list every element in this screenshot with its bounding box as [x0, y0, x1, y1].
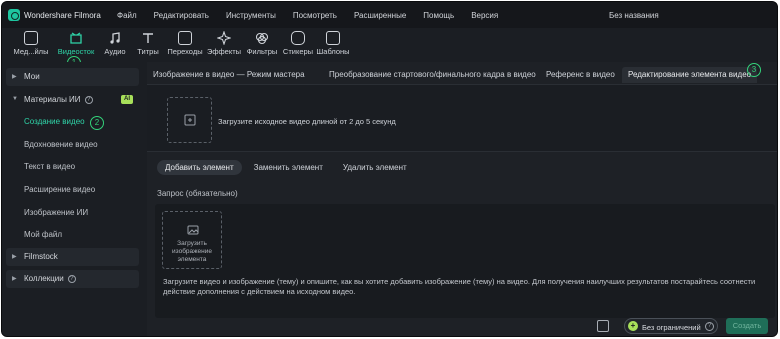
- toolbar: Мед...йлы Видеосток Аудио Титры Переходы: [2, 28, 777, 62]
- image-slot-line: изображение: [172, 248, 212, 255]
- menu-advanced[interactable]: Расширенные: [354, 11, 406, 20]
- sidebar-item-my-file[interactable]: Мой файл: [24, 230, 62, 239]
- sidebar-group-label: Материалы ИИ?: [24, 95, 93, 104]
- sidebar-group-label: Коллекции?: [24, 274, 76, 283]
- chevron-down-icon: ▼: [12, 96, 18, 102]
- image-slot-label: Загрузить изображение элемента: [163, 240, 221, 264]
- chevron-right-icon: ▶: [12, 74, 17, 80]
- media-icon: [24, 31, 38, 45]
- menu-tools[interactable]: Инструменты: [226, 11, 276, 20]
- music-note-icon: [108, 31, 122, 45]
- sidebar-group-mine[interactable]: ▶ Мои: [6, 68, 139, 86]
- menu-edit[interactable]: Редактировать: [154, 11, 209, 20]
- menu-help[interactable]: Помощь: [423, 11, 454, 20]
- image-add-icon: [187, 225, 199, 235]
- menu-bar: Файл Редактировать Инструменты Посмотрет…: [117, 11, 515, 20]
- prompt-input[interactable]: Загрузить изображение элемента Загрузите…: [155, 204, 775, 318]
- plus-icon: +: [628, 321, 638, 331]
- tool-titles[interactable]: Титры: [136, 31, 160, 56]
- sidebar-item-video-inspiration[interactable]: Вдохновение видео: [24, 140, 98, 149]
- tab-start-end-frame[interactable]: Преобразование стартового/финального кад…: [323, 67, 542, 83]
- tool-filters[interactable]: Фильтры: [244, 31, 280, 56]
- sticker-icon: [291, 31, 305, 45]
- tool-stickers[interactable]: Стикеры: [280, 31, 316, 56]
- image-slot-line: Загрузить: [177, 240, 207, 247]
- element-mode-tabs: Добавить элемент Заменить элемент Удалит…: [157, 160, 419, 175]
- prompt-label: Запрос (обязательно): [157, 189, 238, 198]
- tool-label: Стикеры: [282, 47, 314, 56]
- main-panel: Изображение в видео — Режим мастера Прео…: [147, 62, 777, 336]
- help-icon[interactable]: ?: [705, 322, 714, 331]
- sidebar-group-ai-materials[interactable]: ▼ Материалы ИИ? AI: [6, 91, 139, 109]
- tool-audio[interactable]: Аудио: [102, 31, 128, 56]
- help-icon[interactable]: ?: [84, 96, 93, 104]
- tab-bar: Изображение в видео — Режим мастера Прео…: [147, 62, 777, 84]
- sidebar-group-filmstock[interactable]: ▶ Filmstock: [6, 248, 139, 266]
- tool-label: Аудио: [104, 47, 126, 56]
- help-icon[interactable]: ?: [67, 275, 76, 283]
- sidebar-item-video-creation[interactable]: Создание видео: [24, 117, 85, 126]
- plan-label: Без ограничений: [642, 323, 701, 332]
- sidebar-group-label: Filmstock: [24, 252, 58, 261]
- sidebar-group-collections[interactable]: ▶ Коллекции?: [6, 270, 139, 288]
- sidebar-item-video-extension[interactable]: Расширение видео: [24, 185, 95, 194]
- sparkle-icon: [216, 30, 232, 46]
- subtab-add-element[interactable]: Добавить элемент: [157, 160, 242, 175]
- tool-label: Мед...йлы: [13, 47, 49, 56]
- upload-hint: Загрузите исходное видео длиной от 2 до …: [218, 117, 396, 126]
- tool-label: Титры: [137, 47, 159, 56]
- video-add-icon: [184, 114, 196, 126]
- tool-effects[interactable]: Эффекты: [206, 30, 242, 56]
- chevron-right-icon: ▶: [12, 276, 17, 282]
- menu-version[interactable]: Версия: [471, 11, 498, 20]
- tool-label: Переходы: [167, 47, 203, 56]
- tool-transitions[interactable]: Переходы: [167, 31, 203, 56]
- sidebar-item-ai-image[interactable]: Изображение ИИ: [24, 208, 88, 217]
- plan-badge[interactable]: + Без ограничений ?: [624, 318, 718, 334]
- sidebar-group-label: Мои: [24, 72, 40, 81]
- collections-label: Коллекции: [24, 274, 64, 283]
- prompt-description: Загрузите видео и изображение (тему) и о…: [163, 277, 756, 296]
- ai-badge: AI: [121, 95, 133, 104]
- subtab-replace-element[interactable]: Заменить элемент: [246, 160, 331, 175]
- sidebar-item-text-to-video[interactable]: Текст в видео: [24, 162, 75, 171]
- tool-label: Шаблоны: [316, 47, 350, 56]
- tool-templates[interactable]: Шаблоны: [315, 31, 351, 56]
- tab-image-to-video-master[interactable]: Изображение в видео — Режим мастера: [147, 67, 311, 83]
- video-upload-box[interactable]: [167, 97, 212, 143]
- sidebar: ▶ Мои ▼ Материалы ИИ? AI Создание видео …: [2, 62, 146, 336]
- tool-label: Фильтры: [246, 47, 278, 56]
- element-image-upload[interactable]: Загрузить изображение элемента: [162, 211, 222, 269]
- chevron-right-icon: ▶: [12, 254, 17, 260]
- transition-icon: [178, 31, 192, 45]
- tool-label: Эффекты: [206, 47, 242, 56]
- filmora-logo-icon: [8, 9, 20, 21]
- image-settings-icon[interactable]: [597, 320, 609, 332]
- create-button[interactable]: Создать: [726, 318, 768, 334]
- image-slot-line: элемента: [177, 256, 207, 263]
- tab-video-element-editing[interactable]: Редактирование элемента видео: [622, 67, 758, 83]
- app-window: Wondershare Filmora Файл Редактировать И…: [1, 1, 778, 337]
- subtab-remove-element[interactable]: Удалить элемент: [335, 160, 415, 175]
- video-upload-area[interactable]: Загрузите исходное видео длиной от 2 до …: [147, 84, 777, 152]
- tool-media[interactable]: Мед...йлы: [12, 31, 50, 56]
- template-icon: [326, 31, 340, 45]
- app-name: Wondershare Filmora: [24, 11, 101, 20]
- stock-video-icon: [69, 31, 83, 45]
- document-title: Без названия: [609, 11, 659, 20]
- text-icon: [141, 31, 155, 45]
- tab-reference-to-video[interactable]: Референс в видео: [540, 67, 621, 83]
- menu-file[interactable]: Файл: [117, 11, 137, 20]
- ai-materials-label: Материалы ИИ: [24, 95, 81, 104]
- filter-icon: [255, 31, 269, 45]
- menu-view[interactable]: Посмотреть: [293, 11, 337, 20]
- title-bar: Wondershare Filmora Файл Редактировать И…: [2, 2, 777, 28]
- tool-label: Видеосток: [57, 47, 95, 56]
- annotation-marker-3: 3: [747, 63, 761, 77]
- annotation-marker-2: 2: [90, 116, 104, 130]
- tool-stock-video[interactable]: Видеосток: [57, 31, 95, 56]
